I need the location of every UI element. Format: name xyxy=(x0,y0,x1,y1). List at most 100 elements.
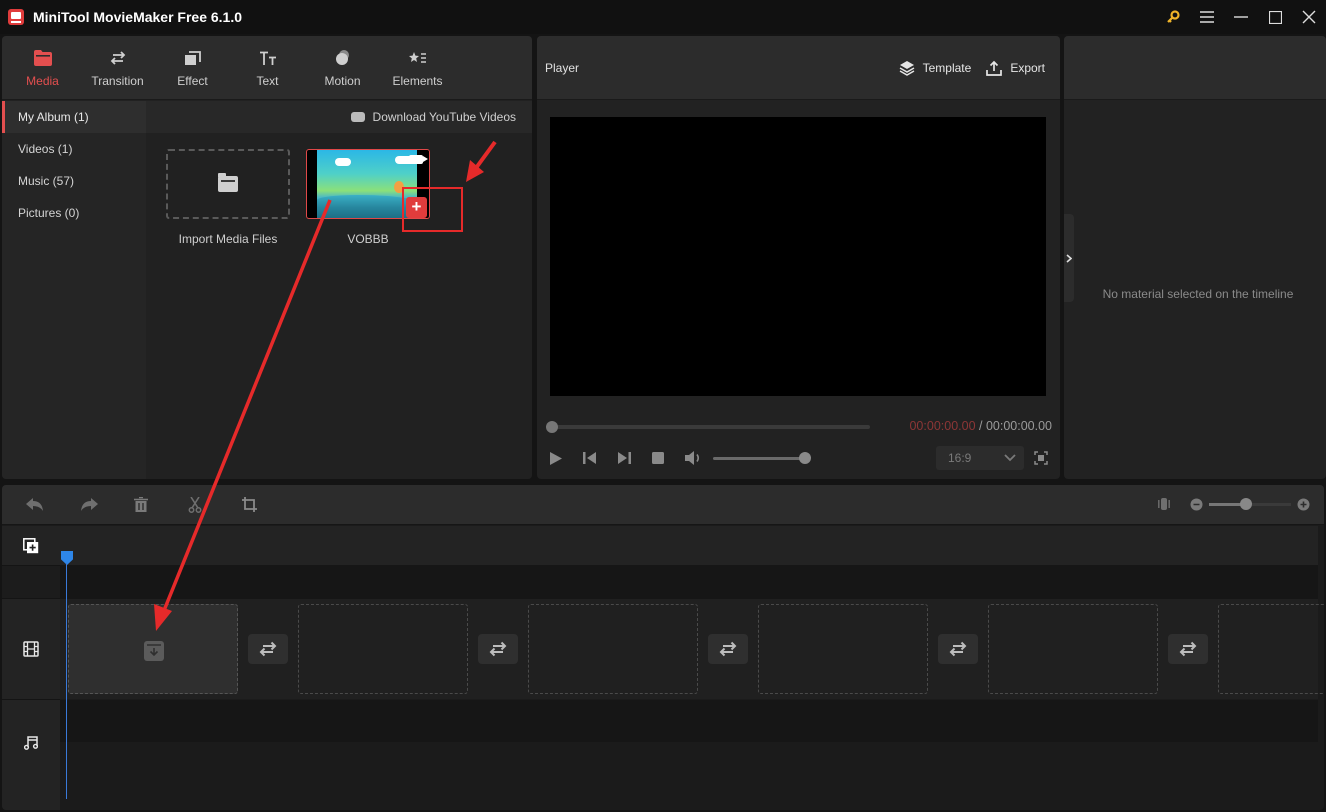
sidebar-item-my-album[interactable]: My Album (1) xyxy=(2,101,146,133)
tab-label: Transition xyxy=(91,73,144,88)
add-transition-button[interactable] xyxy=(248,634,288,664)
tab-text[interactable]: Text xyxy=(230,36,305,99)
next-frame-button[interactable] xyxy=(617,449,651,467)
fit-timeline-icon[interactable] xyxy=(1158,497,1170,511)
maximize-icon[interactable] xyxy=(1258,0,1292,34)
time-display: 00:00:00.00 / 00:00:00.00 xyxy=(909,419,1052,433)
import-media-button[interactable] xyxy=(166,149,290,219)
time-separator: / xyxy=(975,419,986,433)
key-icon[interactable] xyxy=(1156,0,1190,34)
timeline-panel xyxy=(2,485,1324,810)
crop-icon xyxy=(242,497,257,512)
export-label: Export xyxy=(1010,60,1045,75)
minimize-icon[interactable] xyxy=(1224,0,1258,34)
transition-icon xyxy=(949,641,967,657)
video-slot-empty[interactable] xyxy=(758,604,928,694)
seek-bar[interactable] xyxy=(546,421,870,433)
delete-icon xyxy=(134,497,148,512)
skip-back-icon xyxy=(583,452,596,464)
cloud-shape xyxy=(335,158,351,166)
tab-media[interactable]: Media xyxy=(5,36,80,99)
menu-icon[interactable] xyxy=(1190,0,1224,34)
crop-button[interactable] xyxy=(242,494,296,516)
tab-motion[interactable]: Motion xyxy=(305,36,380,99)
tab-label: Media xyxy=(26,73,59,88)
download-youtube-label: Download YouTube Videos xyxy=(372,110,516,124)
download-youtube-button[interactable]: Download YouTube Videos xyxy=(350,110,516,124)
add-transition-button[interactable] xyxy=(1168,634,1208,664)
chevron-right-icon xyxy=(1066,253,1072,263)
redo-button[interactable] xyxy=(80,494,134,516)
export-icon xyxy=(986,60,1003,76)
tab-transition[interactable]: Transition xyxy=(80,36,155,99)
zoom-slider-handle[interactable] xyxy=(1239,497,1252,510)
media-library: Download YouTube Videos Import Media Fil… xyxy=(146,101,532,479)
player-panel: Player Template Export 00:00:00.00 / 00:… xyxy=(537,36,1060,479)
video-slot-drop-target[interactable] xyxy=(68,604,238,694)
play-icon xyxy=(550,451,562,465)
split-button[interactable] xyxy=(188,494,242,516)
zoom-out-icon[interactable] xyxy=(1190,498,1203,511)
sidebar-item-pictures[interactable]: Pictures (0) xyxy=(2,197,146,229)
sidebar-item-music[interactable]: Music (57) xyxy=(2,165,146,197)
video-track xyxy=(60,599,1324,699)
youtube-download-icon xyxy=(350,112,365,122)
stop-button[interactable] xyxy=(651,449,685,467)
timeline-zoom-slider[interactable] xyxy=(1209,497,1291,510)
close-icon[interactable] xyxy=(1292,0,1326,34)
template-button[interactable]: Template xyxy=(899,60,972,76)
transition-icon xyxy=(719,641,737,657)
export-button[interactable]: Export xyxy=(986,60,1045,76)
timeline-ruler[interactable] xyxy=(60,526,1318,565)
template-label: Template xyxy=(922,60,972,75)
volume-button[interactable] xyxy=(685,449,709,467)
previous-frame-button[interactable] xyxy=(583,449,617,467)
tab-label: Elements xyxy=(392,73,443,88)
video-slot-empty[interactable] xyxy=(298,604,468,694)
overlay-track-header xyxy=(2,565,60,599)
audio-track-lower xyxy=(60,742,1318,784)
music-note-icon xyxy=(24,735,38,750)
volume-handle[interactable] xyxy=(799,451,811,464)
transition-icon xyxy=(259,641,277,657)
volume-slider[interactable] xyxy=(713,451,811,464)
player-header: Player Template Export xyxy=(537,36,1060,100)
scissors-icon xyxy=(188,496,202,513)
audio-track xyxy=(60,700,1318,742)
video-slot-empty[interactable] xyxy=(988,604,1158,694)
add-track-icon xyxy=(23,538,39,554)
undo-icon xyxy=(26,497,43,511)
zoom-in-icon[interactable] xyxy=(1297,498,1310,511)
annotation-highlight-box xyxy=(402,187,463,232)
transition-icon xyxy=(110,48,126,68)
toolbar-tabs: Media Transition Effect Text Motion Elem… xyxy=(2,36,532,100)
drop-here-icon xyxy=(144,641,164,661)
track-headers xyxy=(2,526,60,810)
chevron-down-icon xyxy=(1004,454,1016,462)
transition-icon xyxy=(1179,641,1197,657)
tab-effect[interactable]: Effect xyxy=(155,36,230,99)
add-transition-button[interactable] xyxy=(938,634,978,664)
fullscreen-button[interactable] xyxy=(1034,451,1048,465)
properties-panel: No material selected on the timeline xyxy=(1064,36,1326,479)
seek-handle[interactable] xyxy=(546,421,558,433)
tab-label: Effect xyxy=(177,73,208,88)
redo-icon xyxy=(81,497,98,511)
window-controls xyxy=(1156,0,1326,34)
aspect-ratio-select[interactable]: 16:9 xyxy=(936,446,1024,470)
video-slot-empty[interactable] xyxy=(1218,604,1324,694)
playback-controls xyxy=(549,449,811,467)
undo-button[interactable] xyxy=(26,494,80,516)
delete-button[interactable] xyxy=(134,494,188,516)
video-slot-empty[interactable] xyxy=(528,604,698,694)
play-button[interactable] xyxy=(549,449,583,467)
add-transition-button[interactable] xyxy=(478,634,518,664)
overlay-track xyxy=(60,565,1318,599)
media-sidebar: My Album (1) Videos (1) Music (57) Pictu… xyxy=(2,101,146,479)
tab-label: Text xyxy=(256,73,279,88)
add-track-button[interactable] xyxy=(2,535,60,557)
video-preview-screen xyxy=(550,117,1046,396)
sidebar-item-videos[interactable]: Videos (1) xyxy=(2,133,146,165)
tab-elements[interactable]: Elements xyxy=(380,36,455,99)
add-transition-button[interactable] xyxy=(708,634,748,664)
